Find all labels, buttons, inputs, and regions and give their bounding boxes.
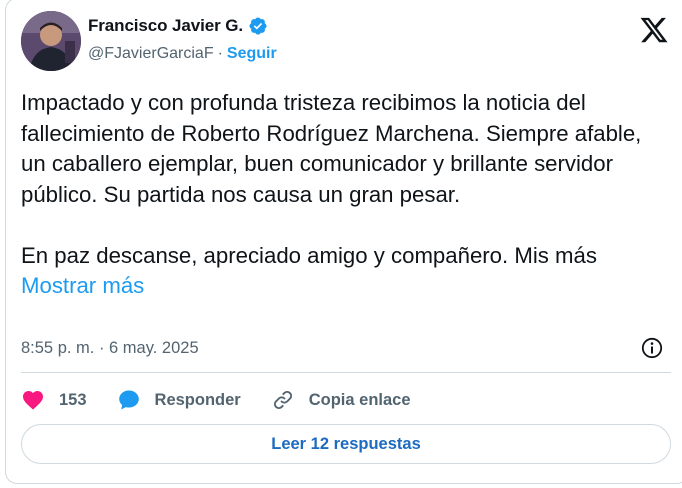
link-icon — [273, 391, 292, 409]
handle-row: @FJavierGarciaF · Seguir — [88, 45, 277, 63]
tweet-header: Francisco Javier G. @FJavierGarciaF · Se… — [21, 11, 668, 73]
copy-link-button[interactable]: Copia enlace — [271, 388, 411, 412]
reply-bubble-icon — [118, 390, 139, 410]
verified-badge-icon — [249, 17, 267, 35]
avatar[interactable] — [21, 11, 81, 71]
name-row: Francisco Javier G. — [88, 16, 268, 36]
action-bar: 153 Responder Copia enlace — [21, 386, 441, 414]
show-more-link[interactable]: Mostrar más — [21, 273, 144, 298]
x-logo-icon[interactable] — [639, 15, 669, 45]
follow-button[interactable]: Seguir — [227, 45, 277, 63]
tweet-text: Impactado y con profunda tristeza recibi… — [21, 88, 671, 302]
tweet-paragraph-1: Impactado y con profunda tristeza recibi… — [21, 90, 648, 207]
copy-link-label: Copia enlace — [308, 390, 411, 409]
author-handle[interactable]: @FJavierGarciaF — [88, 45, 214, 63]
heart-icon — [23, 391, 43, 410]
separator: · — [217, 45, 223, 62]
tweet-timestamp[interactable]: 8:55 p. m. · 6 may. 2025 — [21, 339, 199, 358]
author-name[interactable]: Francisco Javier G. — [88, 16, 243, 36]
like-count: 153 — [59, 390, 87, 409]
like-button[interactable]: 153 — [21, 388, 87, 412]
tweet-paragraph-2: En paz descanse, apreciado amigo y compa… — [21, 242, 597, 268]
info-icon[interactable] — [640, 336, 664, 360]
reply-label: Responder — [154, 390, 241, 409]
divider — [21, 372, 671, 373]
read-replies-button[interactable]: Leer 12 respuestas — [21, 424, 671, 464]
reply-button[interactable]: Responder — [117, 388, 241, 412]
